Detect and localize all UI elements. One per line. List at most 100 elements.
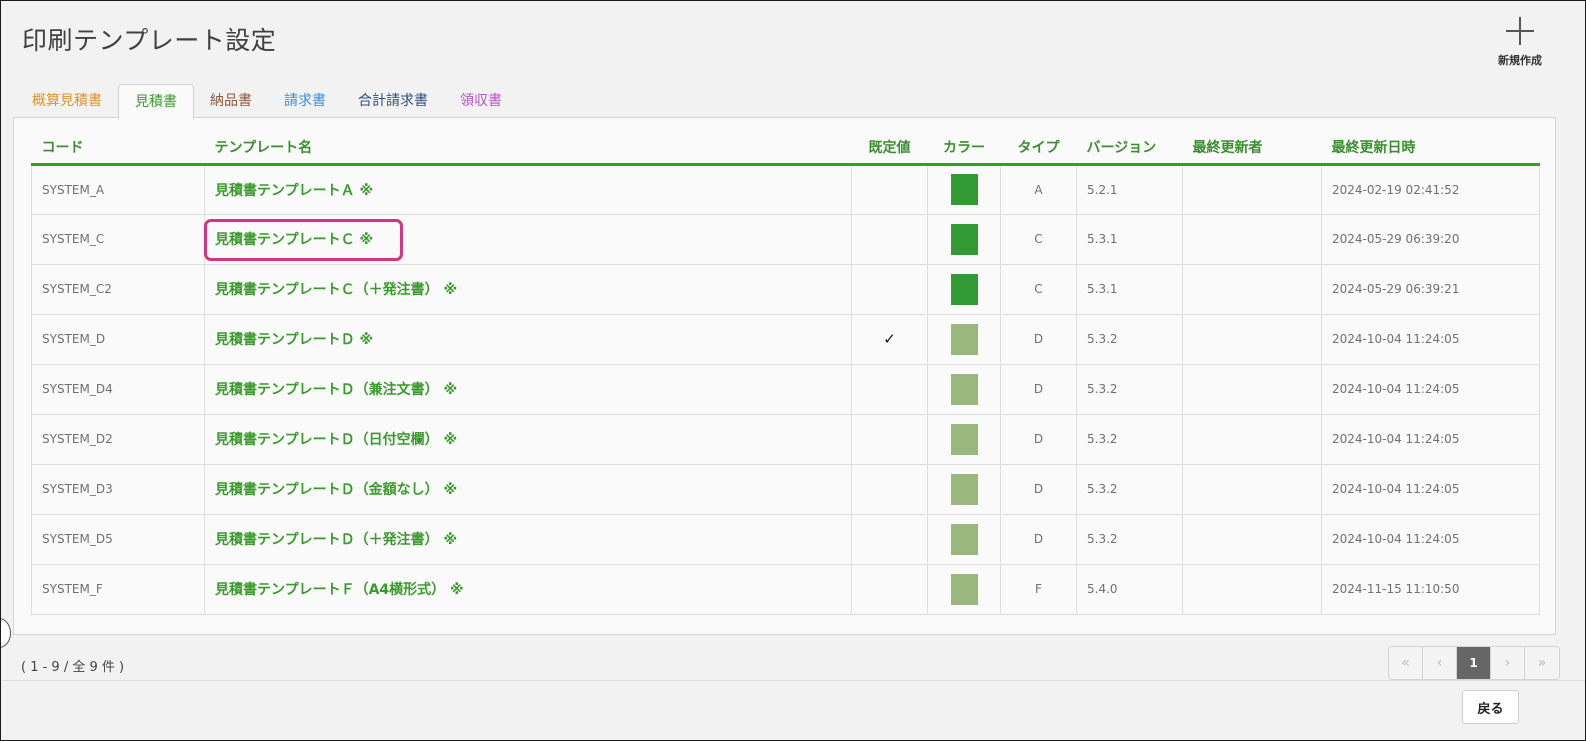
cell-code: SYSTEM_D5 xyxy=(31,513,205,565)
new-template-button[interactable]: 新規作成 xyxy=(1485,11,1555,71)
new-template-label: 新規作成 xyxy=(1498,54,1542,67)
cell-code: SYSTEM_F xyxy=(31,563,205,615)
first-page-button[interactable]: « xyxy=(1389,647,1423,679)
color-swatch xyxy=(950,573,978,605)
header-default[interactable]: 既定値 xyxy=(851,132,928,166)
tab-invoice[interactable]: 請求書 xyxy=(268,84,342,118)
cell-type: D xyxy=(1000,513,1077,565)
color-swatch xyxy=(950,223,978,255)
next-page-button[interactable]: › xyxy=(1491,647,1525,679)
table-row[interactable]: SYSTEM_D3 見積書テンプレートＤ（金額なし） ※ D 5.3.2 2024-10… xyxy=(31,463,1540,515)
header-code[interactable]: コード xyxy=(31,132,205,166)
cell-template-name: 見積書テンプレートＤ（日付空欄） ※ xyxy=(204,413,852,465)
template-name-link[interactable]: 見積書テンプレートＦ（A4横形式） ※ xyxy=(215,582,464,598)
cell-code: SYSTEM_D xyxy=(31,313,205,365)
table-row[interactable]: SYSTEM_C2 見積書テンプレートＣ（＋発注書） ※ C 5.3.1 2024-05… xyxy=(31,263,1540,315)
cell-type: F xyxy=(1000,563,1077,615)
cell-updated-by xyxy=(1182,363,1322,415)
cell-version: 5.3.1 xyxy=(1076,263,1183,315)
cell-color xyxy=(927,513,1001,565)
cell-default xyxy=(851,213,928,265)
last-page-button[interactable]: » xyxy=(1525,647,1559,679)
cell-template-name: 見積書テンプレートＤ（兼注文書） ※ xyxy=(204,363,852,415)
header-color[interactable]: カラー xyxy=(927,132,1001,166)
template-table: コード テンプレート名 既定値 カラー タイプ バージョン 最終更新者 最終更新… xyxy=(31,132,1540,615)
tab-receipt[interactable]: 領収書 xyxy=(444,84,518,118)
template-name-link[interactable]: 見積書テンプレートＣ（＋発注書） ※ xyxy=(215,282,457,298)
table-row[interactable]: SYSTEM_A 見積書テンプレートＡ ※ A 5.2.1 2024-02-19 02:… xyxy=(31,163,1540,215)
color-swatch xyxy=(950,323,978,355)
cell-template-name: 見積書テンプレートＤ（金額なし） ※ xyxy=(204,463,852,515)
cell-updated-at: 2024-02-19 02:41:52 xyxy=(1321,163,1540,215)
app-frame: 印刷テンプレート設定 新規作成 概算見積書 見積書 納品書 請求書 合計請求書 … xyxy=(0,0,1586,741)
cell-color xyxy=(927,163,1001,215)
color-swatch xyxy=(950,423,978,455)
template-name-link[interactable]: 見積書テンプレートＤ（日付空欄） ※ xyxy=(215,432,457,448)
cell-code: SYSTEM_D2 xyxy=(31,413,205,465)
page-title: 印刷テンプレート設定 xyxy=(22,26,277,55)
cell-updated-by xyxy=(1182,213,1322,265)
check-icon: ✓ xyxy=(883,330,896,348)
cell-default: ✓ xyxy=(851,313,928,365)
cell-updated-at: 2024-05-29 06:39:21 xyxy=(1321,263,1540,315)
table-header-row: コード テンプレート名 既定値 カラー タイプ バージョン 最終更新者 最終更新… xyxy=(31,132,1540,166)
cell-template-name: 見積書テンプレートＣ ※ xyxy=(204,213,852,265)
cell-color xyxy=(927,263,1001,315)
tab-summary-invoice[interactable]: 合計請求書 xyxy=(342,84,444,118)
document-type-tabs: 概算見積書 見積書 納品書 請求書 合計請求書 領収書 xyxy=(16,84,518,119)
header-type[interactable]: タイプ xyxy=(1000,132,1077,166)
tab-delivery[interactable]: 納品書 xyxy=(194,84,268,118)
header-updated-by[interactable]: 最終更新者 xyxy=(1182,132,1322,166)
cell-default xyxy=(851,263,928,315)
table-row[interactable]: SYSTEM_F 見積書テンプレートＦ（A4横形式） ※ F 5.4.0 2024-11… xyxy=(31,563,1540,615)
header-updated-at[interactable]: 最終更新日時 xyxy=(1321,132,1540,166)
cell-default xyxy=(851,413,928,465)
table-row[interactable]: SYSTEM_D 見積書テンプレートＤ ※ ✓ D 5.3.2 2024-10-04 11… xyxy=(31,313,1540,365)
tab-estimate-rough[interactable]: 概算見積書 xyxy=(16,84,118,118)
cell-default xyxy=(851,513,928,565)
cell-type: D xyxy=(1000,363,1077,415)
table-row[interactable]: SYSTEM_D4 見積書テンプレートＤ（兼注文書） ※ D 5.3.2 2024-10… xyxy=(31,363,1540,415)
cell-version: 5.3.1 xyxy=(1076,213,1183,265)
cell-version: 5.3.2 xyxy=(1076,513,1183,565)
page-button-1[interactable]: 1 xyxy=(1457,647,1491,679)
back-button[interactable]: 戻る xyxy=(1462,690,1519,724)
cell-type: D xyxy=(1000,313,1077,365)
plus-icon xyxy=(1506,17,1534,45)
cell-color xyxy=(927,363,1001,415)
cell-version: 5.3.2 xyxy=(1076,463,1183,515)
template-name-link[interactable]: 見積書テンプレートＤ（金額なし） ※ xyxy=(215,482,457,498)
template-name-link[interactable]: 見積書テンプレートＤ（兼注文書） ※ xyxy=(215,382,457,398)
template-name-link[interactable]: 見積書テンプレートＡ ※ xyxy=(215,183,373,199)
cell-default xyxy=(851,563,928,615)
table-row[interactable]: SYSTEM_C 見積書テンプレートＣ ※ C 5.3.1 2024-05-29 06:… xyxy=(31,213,1540,265)
cell-version: 5.3.2 xyxy=(1076,413,1183,465)
cell-code: SYSTEM_D4 xyxy=(31,363,205,415)
footer-divider xyxy=(1,680,1585,681)
tab-estimate[interactable]: 見積書 xyxy=(118,84,194,119)
cell-template-name: 見積書テンプレートＤ（＋発注書） ※ xyxy=(204,513,852,565)
cell-updated-at: 2024-10-04 11:24:05 xyxy=(1321,363,1540,415)
cell-version: 5.3.2 xyxy=(1076,313,1183,365)
cell-updated-at: 2024-10-04 11:24:05 xyxy=(1321,513,1540,565)
template-name-link[interactable]: 見積書テンプレートＣ ※ xyxy=(215,232,373,248)
cell-default xyxy=(851,463,928,515)
template-name-link[interactable]: 見積書テンプレートＤ ※ xyxy=(215,332,373,348)
prev-page-button[interactable]: ‹ xyxy=(1423,647,1457,679)
cell-type: C xyxy=(1000,263,1077,315)
table-row[interactable]: SYSTEM_D2 見積書テンプレートＤ（日付空欄） ※ D 5.3.2 2024-10… xyxy=(31,413,1540,465)
header-name[interactable]: テンプレート名 xyxy=(204,132,852,166)
template-name-link[interactable]: 見積書テンプレートＤ（＋発注書） ※ xyxy=(215,532,457,548)
cell-default xyxy=(851,363,928,415)
color-swatch xyxy=(950,473,978,505)
cell-code: SYSTEM_C2 xyxy=(31,263,205,315)
cell-version: 5.3.2 xyxy=(1076,363,1183,415)
header-version[interactable]: バージョン xyxy=(1076,132,1183,166)
record-count: ( 1 - 9 / 全 9 件 ) xyxy=(21,660,125,675)
table-row[interactable]: SYSTEM_D5 見積書テンプレートＤ（＋発注書） ※ D 5.3.2 2024-10… xyxy=(31,513,1540,565)
sidebar-toggle-handle[interactable] xyxy=(1,618,11,648)
cell-updated-at: 2024-10-04 11:24:05 xyxy=(1321,413,1540,465)
cell-code: SYSTEM_A xyxy=(31,163,205,215)
cell-type: D xyxy=(1000,413,1077,465)
color-swatch xyxy=(950,373,978,405)
